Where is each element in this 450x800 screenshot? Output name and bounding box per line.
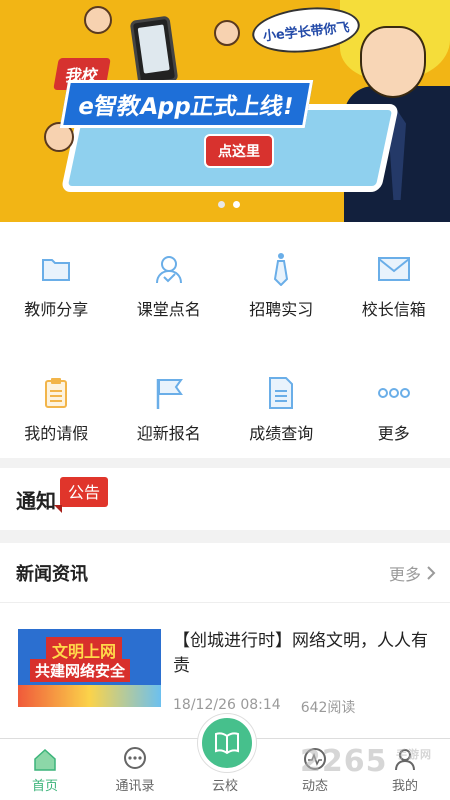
news-meta: 18/12/26 08:14 642阅读 [173,697,434,717]
nav-label: 我的 [391,779,418,794]
banner-title: e智教App正式上线! [59,80,314,128]
notice-title: 通知 [16,488,56,513]
grid-item-label: 我的请假 [24,424,89,443]
grid-item-label: 课堂点名 [136,300,201,319]
chat-icon [124,747,146,769]
grid-item-label: 成绩查询 [249,424,314,443]
thumbnail-text: 共建网络安全 [30,659,131,682]
news-views: 642阅读 [300,700,356,716]
banner-character-face [360,26,426,98]
news-header: 新闻资讯 更多 [0,543,450,603]
grid-item-teacher-share[interactable]: 教师分享 [0,252,113,334]
grid-item-freshman-registration[interactable]: 迎新报名 [113,376,226,458]
grid-item-label: 教师分享 [24,300,89,319]
flag-icon [152,376,186,410]
grid-item-principal-mailbox[interactable]: 校长信箱 [338,252,450,334]
grid-item-label: 迎新报名 [136,424,201,443]
grid-item-recruitment[interactable]: 招聘实习 [225,252,338,334]
notice-badge: 公告 [53,477,109,513]
grid-item-attendance[interactable]: 课堂点名 [113,252,226,334]
watermark-logo: 2265 手游网 [300,744,431,779]
list-item[interactable]: 文明上网 共建网络安全 【创城进行时】网络文明，人人有责 18/12/26 08… [0,603,450,717]
chevron-right-icon [427,565,436,580]
carousel-dot[interactable] [218,201,225,208]
notice-bar[interactable]: 通知 公告 [0,468,450,530]
news-more-link[interactable]: 更多 [389,561,436,585]
nav-label: 首页 [31,779,58,794]
mail-icon [377,252,411,286]
carousel-dots [218,201,240,208]
banner-cta-button[interactable]: 点这里 [204,134,274,168]
nav-label: 云校 [211,779,238,794]
carousel-dot-active[interactable] [233,201,240,208]
news-more-label: 更多 [388,564,421,584]
news-item-body: 【创城进行时】网络文明，人人有责 18/12/26 08:14 642阅读 [173,629,434,717]
news-thumbnail: 文明上网 共建网络安全 [18,629,161,707]
news-section-title: 新闻资讯 [16,563,88,585]
thumbnail-decoration [18,685,161,707]
nav-item-home[interactable]: 首页 [0,739,90,800]
nav-label: 通讯录 [115,779,155,794]
grid-item-label: 招聘实习 [249,300,314,319]
news-headline: 【创城进行时】网络文明，人人有责 [173,631,428,676]
clipboard-icon [39,376,73,410]
user-check-icon [152,252,186,286]
watermark-text: 2265 [300,744,388,779]
tie-icon [264,252,298,286]
more-dots-icon [377,376,411,410]
document-icon [264,376,298,410]
grid-item-more[interactable]: 更多 [338,376,450,458]
grid-item-grade-query[interactable]: 成绩查询 [225,376,338,458]
grid-item-label: 校长信箱 [361,300,426,319]
nav-item-contacts[interactable]: 通讯录 [90,739,180,800]
banner-phone-illustration [129,15,179,87]
banner-kid-illustration [214,20,240,46]
cloud-school-button[interactable] [198,714,256,772]
watermark-subtext: 手游网 [396,748,432,761]
banner-kid-illustration [84,6,112,34]
home-icon [34,749,56,771]
folder-icon [39,252,73,286]
grid-item-label: 更多 [377,424,410,443]
grid-item-leave-request[interactable]: 我的请假 [0,376,113,458]
function-grid: 教师分享 课堂点名 招聘实习 校长信箱 我的请假 迎新报名 成绩查询 更多 [0,222,450,458]
promo-banner[interactable]: 小e学长带你飞 我校 e智教App正式上线! 点这里 [0,0,450,222]
book-icon [215,732,239,754]
